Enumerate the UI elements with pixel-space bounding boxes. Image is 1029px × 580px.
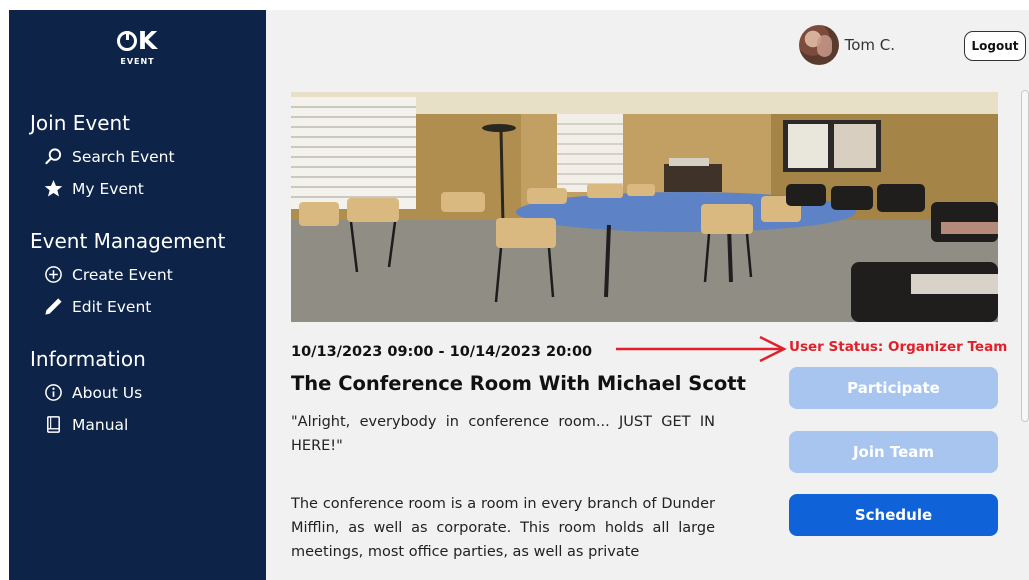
event-title: The Conference Room With Michael Scott xyxy=(291,372,746,395)
sidebar-item-label: About Us xyxy=(72,383,143,402)
plus-circle-icon xyxy=(44,265,63,284)
sidebar: K EVENT Join Event Search Event My Event… xyxy=(9,10,266,580)
user-status-label: User Status: Organizer Team xyxy=(789,339,1008,355)
schedule-button[interactable]: Schedule xyxy=(789,494,998,536)
power-icon xyxy=(116,31,137,51)
sidebar-item-about-us[interactable]: About Us xyxy=(44,383,142,402)
arrow-right-icon xyxy=(616,335,787,363)
sidebar-item-label: Create Event xyxy=(72,265,173,284)
participate-button[interactable]: Participate xyxy=(789,367,998,409)
book-icon xyxy=(44,415,63,434)
scrollbar[interactable] xyxy=(1021,90,1029,422)
sidebar-item-manual[interactable]: Manual xyxy=(44,415,128,434)
main-content: Tom C. Logout 10/13/2023 09:00 - 10/14/2… xyxy=(266,10,1029,580)
event-quote: "Alright, everybody in conference room..… xyxy=(291,414,715,454)
avatar xyxy=(798,25,839,65)
logo-text: K xyxy=(137,26,159,55)
sidebar-item-search-event[interactable]: Search Event xyxy=(44,147,175,166)
sidebar-item-label: Edit Event xyxy=(72,297,152,316)
section-heading-event-management: Event Management xyxy=(30,229,226,253)
conference-room-photo xyxy=(291,92,998,322)
logo-subtitle: EVENT xyxy=(120,57,155,66)
pencil-icon xyxy=(44,297,63,316)
event-description: The conference room is a room in every b… xyxy=(291,496,715,560)
sidebar-item-label: Search Event xyxy=(72,147,175,166)
sidebar-item-label: My Event xyxy=(72,179,144,198)
sidebar-item-my-event[interactable]: My Event xyxy=(44,179,144,198)
app-logo[interactable]: K EVENT xyxy=(9,28,266,66)
info-circle-icon xyxy=(44,383,63,402)
section-heading-join-event: Join Event xyxy=(30,111,131,135)
logout-button[interactable]: Logout xyxy=(964,31,1026,61)
star-icon xyxy=(44,179,63,198)
app-window: K EVENT Join Event Search Event My Event… xyxy=(0,0,1029,580)
event-datetime: 10/13/2023 09:00 - 10/14/2023 20:00 xyxy=(291,344,593,360)
sidebar-item-label: Manual xyxy=(72,415,129,434)
user-profile[interactable]: Tom C. xyxy=(798,25,895,65)
sidebar-item-create-event[interactable]: Create Event xyxy=(44,265,173,284)
sidebar-item-edit-event[interactable]: Edit Event xyxy=(44,297,151,316)
user-name: Tom C. xyxy=(844,36,895,54)
event-image xyxy=(291,92,998,322)
join-team-button[interactable]: Join Team xyxy=(789,431,998,473)
logo-mark: K xyxy=(116,26,159,55)
search-icon xyxy=(44,147,63,166)
section-heading-information: Information xyxy=(30,347,146,371)
